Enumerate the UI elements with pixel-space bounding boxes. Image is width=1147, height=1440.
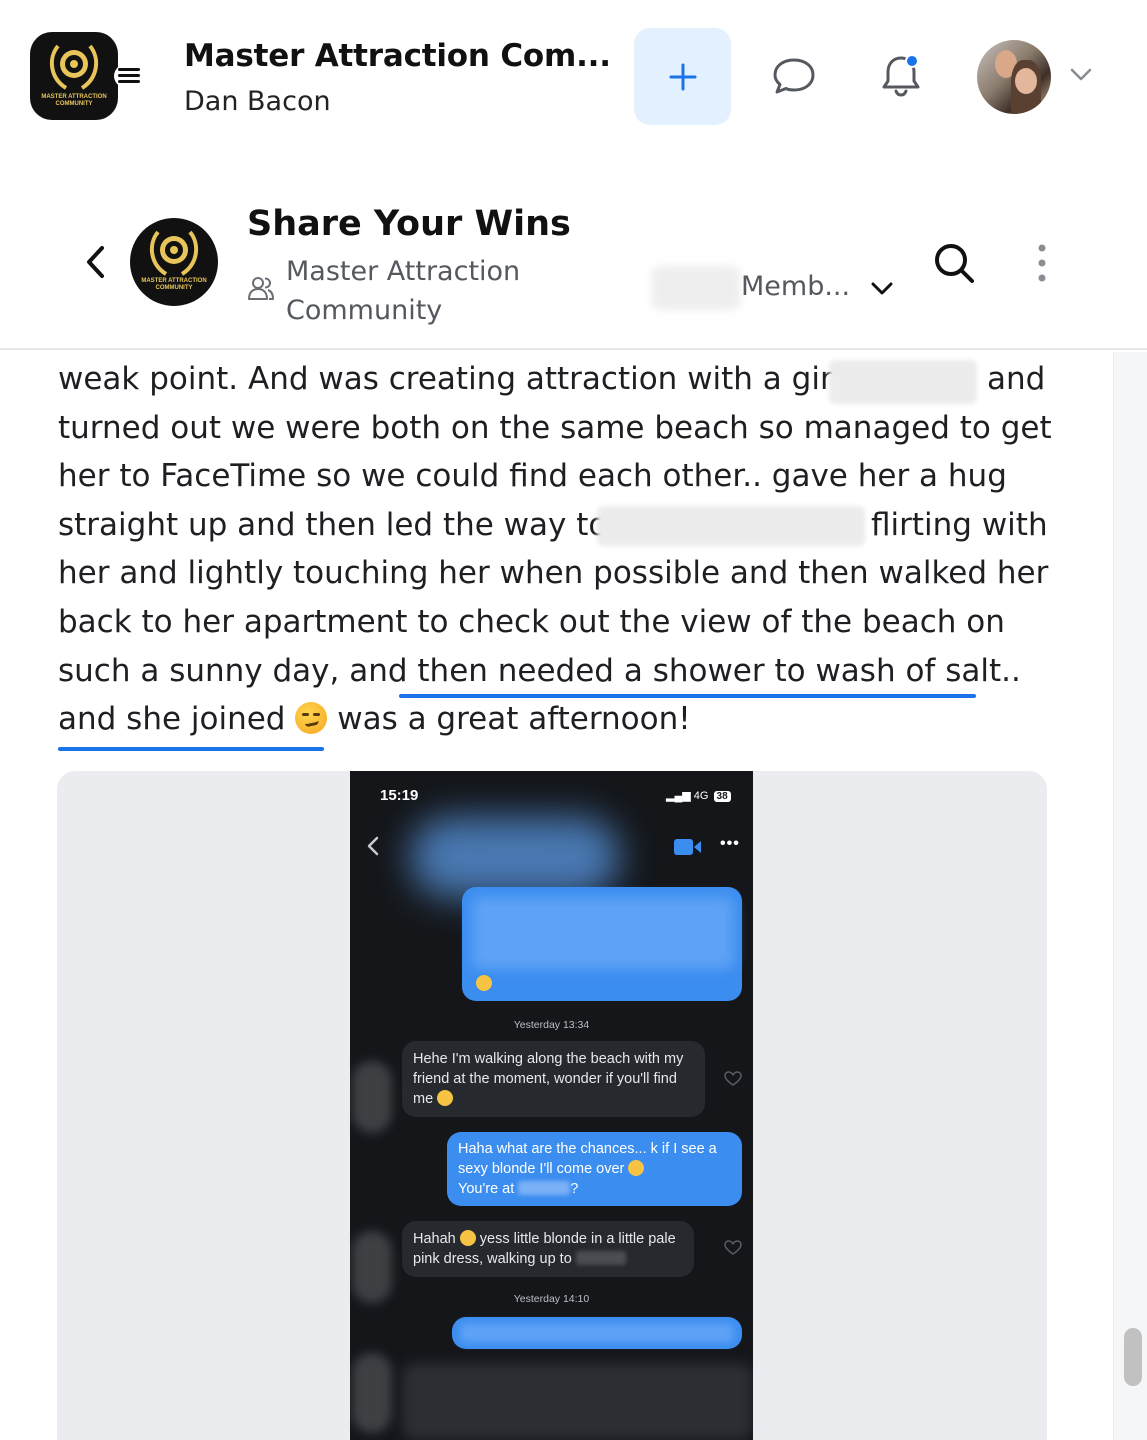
post-text-line: turned out we were both on the same beac…	[58, 409, 1052, 446]
message-bubble-incoming: Hehe I'm walking along the beach with my…	[402, 1041, 705, 1117]
highlight-underline	[58, 747, 324, 751]
post-text-line: weak point. And was creating attraction …	[58, 361, 842, 397]
redacted-text	[597, 506, 865, 546]
logo-text: MASTER ATTRACTION COMMUNITY	[41, 94, 107, 107]
chevron-down-icon[interactable]	[869, 278, 895, 298]
post-text-line: flirting with	[871, 506, 1048, 543]
logo-text: MASTER ATTRACTION COMMUNITY	[141, 278, 207, 291]
community-icon	[248, 277, 274, 300]
chat-icon[interactable]	[772, 56, 816, 96]
laurel-icon	[49, 44, 99, 90]
redacted-area	[652, 266, 740, 310]
post-image[interactable]: 15:19 ▂▄▆ 4G 38 ••• Yesterday 13:34 Hehe…	[57, 771, 1047, 1440]
smirk-emoji-icon	[476, 975, 492, 991]
post-text-line: straight up and then led the way to	[58, 506, 608, 543]
timestamp: Yesterday 14:10	[513, 1293, 590, 1305]
scrollbar-track[interactable]	[1113, 352, 1147, 1440]
user-name: Dan Bacon	[184, 86, 331, 117]
more-options-icon[interactable]	[1032, 242, 1052, 284]
redacted-area	[410, 817, 620, 897]
chevron-down-icon[interactable]	[1068, 64, 1094, 84]
smirk-emoji-icon	[295, 702, 328, 735]
back-arrow-icon	[367, 836, 379, 856]
redacted-text	[575, 1251, 626, 1265]
laurel-icon	[149, 230, 199, 276]
group-title: Share Your Wins	[247, 204, 571, 244]
post-text-line: her and lightly touching her when possib…	[58, 555, 1049, 592]
redacted-text	[829, 360, 977, 404]
message-bubble-outgoing: Haha what are the chances... k if I see …	[447, 1132, 742, 1206]
video-call-icon	[674, 839, 701, 855]
post-text-line: such a sunny day, and then needed a show…	[58, 652, 1021, 689]
message-bubble-outgoing	[462, 887, 742, 1001]
post-text-line: back to her apartment to check out the v…	[58, 604, 1005, 640]
tongue-emoji-icon	[459, 1230, 476, 1246]
community-name[interactable]: Master Attraction Community	[286, 252, 546, 330]
notification-bell-icon[interactable]	[879, 52, 923, 98]
message-bubble-outgoing	[452, 1317, 742, 1349]
smirk-emoji-icon	[628, 1160, 645, 1176]
chat-screenshot: 15:19 ▂▄▆ 4G 38 ••• Yesterday 13:34 Hehe…	[350, 771, 753, 1440]
heart-icon	[724, 1240, 742, 1255]
plus-icon	[669, 63, 696, 90]
redacted-text	[518, 1181, 571, 1195]
menu-icon[interactable]	[114, 63, 144, 89]
group-logo[interactable]: MASTER ATTRACTION COMMUNITY	[130, 218, 218, 306]
post-text-line: and she joined was a great afternoon!	[58, 701, 691, 738]
contact-avatar	[352, 1353, 392, 1433]
create-button[interactable]	[634, 28, 731, 125]
group-header: MASTER ATTRACTION COMMUNITY Share Your W…	[0, 150, 1147, 350]
more-options-icon: •••	[720, 835, 740, 852]
signal-icon: ▂▄▆	[666, 790, 691, 802]
contact-avatar	[352, 1061, 392, 1133]
phone-status: ▂▄▆ 4G 38	[666, 789, 731, 802]
community-logo[interactable]: MASTER ATTRACTION COMMUNITY	[30, 32, 118, 120]
user-avatar[interactable]	[977, 40, 1051, 114]
back-arrow-icon[interactable]	[82, 242, 110, 282]
tongue-emoji-icon	[437, 1090, 454, 1106]
app-title[interactable]: Master Attraction Com...	[184, 38, 611, 74]
message-bubble-incoming: Hahah yess little blonde in a little pal…	[402, 1221, 694, 1277]
phone-time: 15:19	[380, 787, 419, 804]
timestamp: Yesterday 13:34	[513, 1019, 590, 1031]
scrollbar-thumb[interactable]	[1124, 1328, 1142, 1386]
battery-icon: 38	[713, 791, 731, 802]
redacted-area	[402, 1363, 753, 1440]
heart-icon	[724, 1071, 742, 1086]
members-dropdown[interactable]: Memb...	[741, 271, 850, 302]
search-icon[interactable]	[931, 240, 977, 286]
top-bar: MASTER ATTRACTION COMMUNITY Master Attra…	[0, 0, 1147, 150]
post-text-line: and	[987, 361, 1046, 397]
post-text-line: her to FaceTime so we could find each ot…	[58, 458, 1007, 495]
